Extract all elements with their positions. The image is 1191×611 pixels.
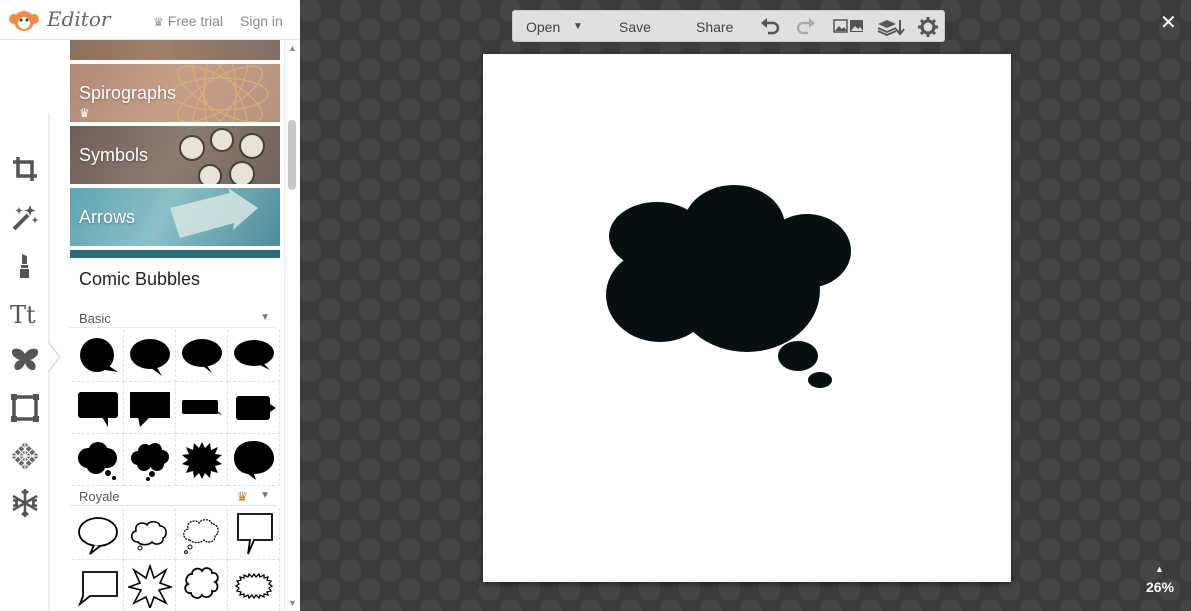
chevron-down-icon[interactable]: ▼ xyxy=(260,312,270,323)
active-tool-indicator xyxy=(48,342,60,372)
bubble-option[interactable] xyxy=(228,560,280,611)
lipstick-icon xyxy=(20,254,29,278)
category-thumbnail-previous[interactable] xyxy=(70,40,280,62)
section-header-basic[interactable]: Basic ▼ xyxy=(70,310,276,328)
texture-icon xyxy=(11,442,39,470)
bubble-option[interactable] xyxy=(72,560,124,611)
typewriter-keys-icon xyxy=(179,128,265,184)
crown-icon: ♛ xyxy=(236,489,248,504)
bubble-option[interactable] xyxy=(124,330,176,382)
svg-text:Tt: Tt xyxy=(10,301,36,328)
category-spirographs[interactable]: Spirographs ♛ xyxy=(70,64,280,124)
touch-up-tool[interactable] xyxy=(8,248,42,282)
bubble-option[interactable] xyxy=(124,382,176,434)
royale-bubble-grid xyxy=(72,508,280,611)
snowflake-icon xyxy=(12,489,38,517)
top-toolbar: Open ▼ Save Share xyxy=(512,10,945,42)
bubble-option[interactable] xyxy=(176,382,228,434)
app-header: Editor ♛ Free trial Sign in xyxy=(0,0,300,40)
bubble-option[interactable] xyxy=(228,382,280,434)
crown-icon: ♛ xyxy=(153,15,164,29)
bubble-option[interactable] xyxy=(228,434,280,486)
free-trial-label: Free trial xyxy=(167,13,223,29)
text-icon: Tt xyxy=(10,301,36,328)
bubble-option[interactable] xyxy=(228,330,280,382)
brand-name: Editor xyxy=(47,7,111,31)
category-label: Spirographs xyxy=(79,83,177,103)
category-thumbnail-next[interactable] xyxy=(70,250,280,260)
bubble-option[interactable] xyxy=(176,560,228,611)
scroll-thumb[interactable] xyxy=(288,120,296,190)
frame-icon xyxy=(11,394,39,422)
sign-in-link[interactable]: Sign in xyxy=(240,13,283,29)
bubble-option[interactable] xyxy=(176,434,228,486)
bubble-option[interactable] xyxy=(124,560,176,611)
gear-icon[interactable] xyxy=(918,17,938,37)
compare-images-icon[interactable] xyxy=(833,17,865,37)
basic-bubble-grid xyxy=(72,330,280,486)
image-canvas[interactable] xyxy=(483,54,1011,582)
redo-icon[interactable] xyxy=(796,17,816,37)
butterfly-icon xyxy=(11,348,39,371)
section-name: Royale xyxy=(79,489,120,504)
scroll-down-arrow-icon[interactable]: ▼ xyxy=(288,598,297,608)
layers-icon[interactable] xyxy=(877,17,905,37)
category-symbols[interactable]: Symbols xyxy=(70,126,280,186)
scroll-up-arrow-icon[interactable]: ▲ xyxy=(288,43,297,53)
zoom-up-arrow-icon[interactable]: ▲ xyxy=(1155,564,1164,574)
crown-icon: ♛ xyxy=(79,106,90,120)
magic-wand-icon xyxy=(12,205,38,231)
themes-tool[interactable] xyxy=(8,486,42,520)
section-header-royale[interactable]: Royale ♛ ▼ xyxy=(70,488,276,506)
textures-tool[interactable] xyxy=(8,439,42,473)
category-label: Symbols xyxy=(79,145,149,165)
bubble-option[interactable] xyxy=(72,434,124,486)
chevron-down-icon[interactable]: ▼ xyxy=(260,490,270,501)
bubble-option[interactable] xyxy=(124,434,176,486)
share-button[interactable]: Share xyxy=(696,19,733,35)
close-icon[interactable]: ✕ xyxy=(1160,10,1177,35)
open-button[interactable]: Open xyxy=(526,19,560,35)
spirograph-pattern-icon xyxy=(171,64,269,122)
overlays-tool[interactable] xyxy=(8,343,42,377)
arrow-sign-icon xyxy=(170,188,258,238)
category-label: Arrows xyxy=(79,207,136,227)
category-arrows[interactable]: Arrows xyxy=(70,188,280,248)
save-button[interactable]: Save xyxy=(619,19,651,35)
open-dropdown-chevron-icon[interactable]: ▼ xyxy=(573,21,583,32)
bubble-option[interactable] xyxy=(72,330,124,382)
bubble-option[interactable] xyxy=(176,330,228,382)
crop-tool[interactable] xyxy=(8,152,42,186)
text-tool[interactable]: Tt xyxy=(8,296,42,330)
thought-bubble-shape[interactable] xyxy=(601,181,856,401)
overlay-panel: Spirographs ♛ Symbols Arrows Comic Bubbl… xyxy=(70,40,284,611)
bubble-option[interactable] xyxy=(124,508,176,560)
zoom-level[interactable]: 26% xyxy=(1146,579,1174,595)
bubble-option[interactable] xyxy=(228,508,280,560)
section-name: Basic xyxy=(79,311,111,326)
workspace: Open ▼ Save Share ✕ ▲ 26% xyxy=(300,0,1191,611)
undo-icon[interactable] xyxy=(760,17,780,37)
crop-icon xyxy=(13,157,37,181)
panel-title: Comic Bubbles xyxy=(79,269,201,289)
effects-tool[interactable] xyxy=(8,200,42,234)
panel-scrollbar[interactable]: ▲ ▼ xyxy=(284,40,300,611)
free-trial-link[interactable]: ♛ Free trial xyxy=(153,13,223,29)
bubble-option[interactable] xyxy=(72,382,124,434)
monkey-logo-icon[interactable] xyxy=(8,9,40,33)
frames-tool[interactable] xyxy=(8,391,42,425)
tool-rail: Tt xyxy=(0,40,70,611)
bubble-option[interactable] xyxy=(176,508,228,560)
bubble-option[interactable] xyxy=(72,508,124,560)
